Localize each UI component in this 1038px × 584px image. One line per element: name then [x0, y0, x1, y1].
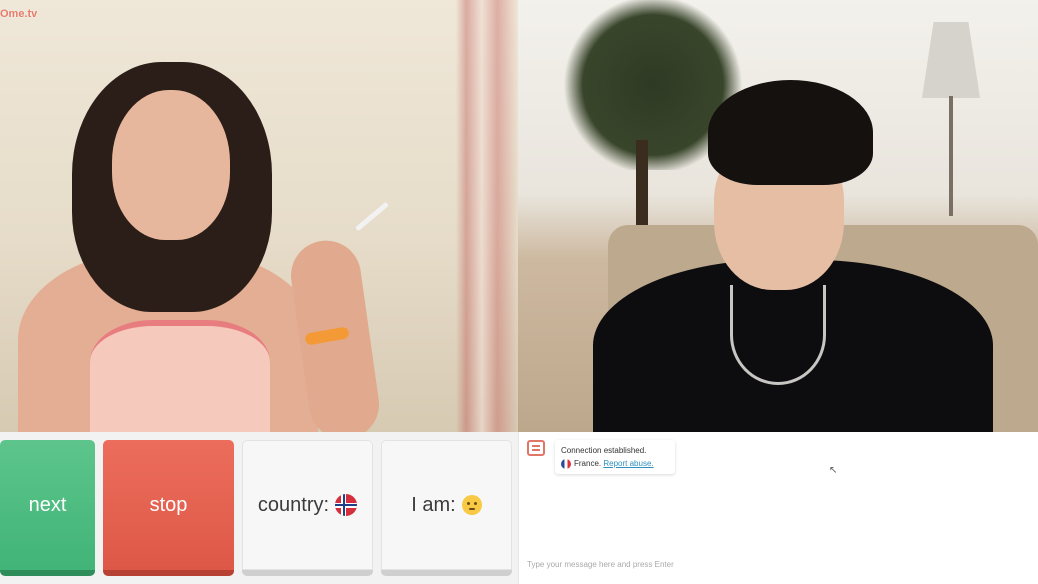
plant-trunk	[636, 140, 648, 230]
stop-button[interactable]: stop	[103, 440, 234, 576]
chat-message-input[interactable]	[525, 554, 1033, 574]
country-button-label: country:	[257, 493, 330, 516]
connection-country: France.	[574, 459, 602, 468]
iam-button-label: I am:	[411, 493, 456, 516]
connection-status-text: Connection established.	[561, 446, 647, 455]
system-message: Connection established. France. Report a…	[555, 440, 675, 474]
control-bar: next stop country: I am:	[0, 432, 518, 584]
lamp-pole	[949, 96, 953, 216]
self-hair	[708, 80, 873, 185]
self-necklace	[730, 285, 826, 385]
stranger-top	[90, 320, 270, 432]
chat-message-icon	[527, 440, 545, 456]
france-flag-icon	[561, 458, 571, 469]
next-button-label: next	[28, 493, 67, 516]
report-abuse-link[interactable]: Report abuse.	[603, 459, 653, 468]
chat-panel: Connection established. France. Report a…	[518, 432, 1038, 584]
norway-flag-icon	[335, 494, 358, 516]
mouse-cursor-icon: ↖	[829, 465, 838, 476]
stranger-cigarette	[355, 201, 389, 232]
gender-select-button[interactable]: I am:	[381, 440, 512, 576]
video-row: Ome.tv	[0, 0, 1038, 432]
stranger-video: Ome.tv	[0, 0, 518, 432]
neutral-face-emoji-icon	[461, 495, 482, 515]
site-logo: Ome.tv	[0, 8, 38, 20]
lamp-shade	[922, 22, 980, 98]
country-filter-button[interactable]: country:	[242, 440, 373, 576]
next-button[interactable]: next	[0, 440, 95, 576]
stranger-face	[112, 90, 230, 240]
connection-country-line: France. Report abuse.	[561, 457, 669, 470]
self-video	[518, 0, 1038, 432]
stop-button-label: stop	[149, 493, 188, 516]
